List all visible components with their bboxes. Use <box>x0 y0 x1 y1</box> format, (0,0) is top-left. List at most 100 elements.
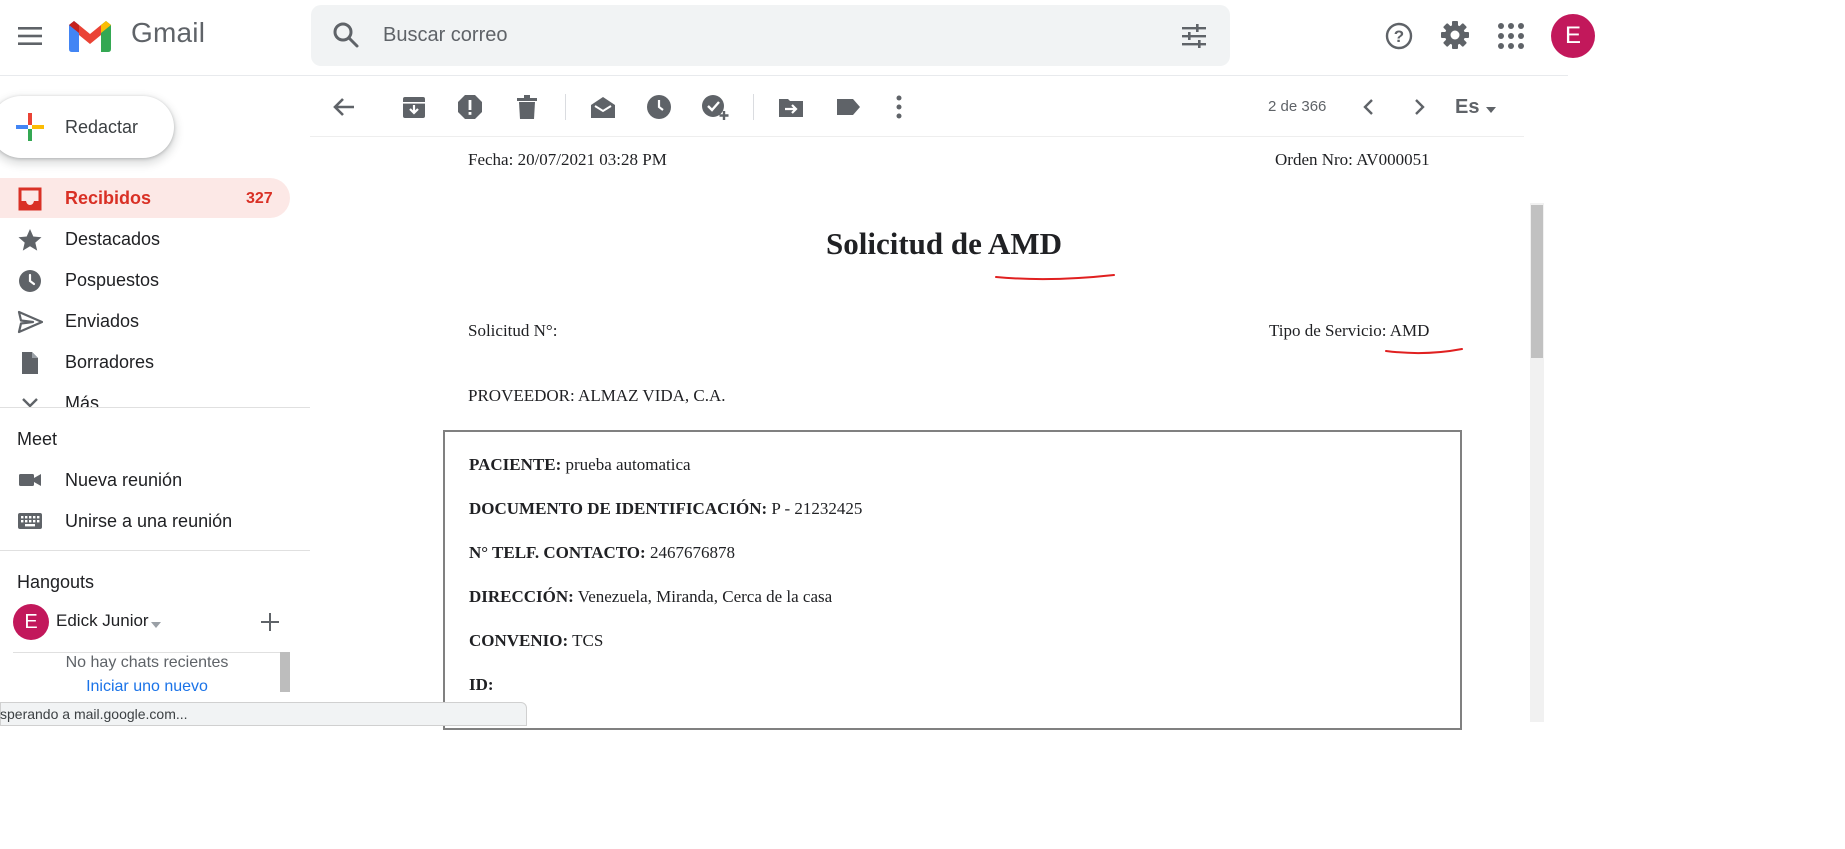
google-apps-button[interactable] <box>1497 22 1525 50</box>
join-meeting-label: Unirse a una reunión <box>65 511 233 531</box>
sidebar-item-label: Más <box>65 393 100 407</box>
account-avatar[interactable]: E <box>1551 14 1595 58</box>
search-icon <box>333 22 359 48</box>
archive-button[interactable] <box>400 93 428 121</box>
app-name: Gmail <box>131 17 206 48</box>
toolbar-divider <box>310 136 1524 137</box>
archive-icon <box>403 97 425 118</box>
service-type: Tipo de Servicio: AMD <box>1269 321 1430 340</box>
field-label: ID: <box>469 675 494 694</box>
star-icon <box>17 227 43 253</box>
pagination-text: 2 de 366 <box>1268 98 1327 115</box>
gear-icon <box>1441 21 1469 49</box>
keyboard-icon <box>17 508 43 534</box>
add-task-icon <box>702 95 729 120</box>
hangouts-user-avatar[interactable]: E <box>13 604 49 640</box>
message-scrollbar-thumb[interactable] <box>1531 205 1543 358</box>
mark-unread-button[interactable] <box>589 93 617 121</box>
settings-button[interactable] <box>1438 18 1472 52</box>
sidebar-item-more[interactable]: Más <box>0 383 310 407</box>
new-chat-button[interactable] <box>257 609 283 635</box>
more-vert-icon <box>896 95 902 119</box>
label-icon <box>837 99 860 115</box>
search-options-button[interactable] <box>1179 21 1209 51</box>
more-options-button[interactable] <box>885 93 913 121</box>
chevron-down-icon <box>20 396 40 407</box>
draft-icon <box>17 350 43 376</box>
snooze-icon <box>647 95 671 119</box>
order-number: Orden Nro: AV000051 <box>1275 150 1430 169</box>
search-button[interactable] <box>330 19 362 51</box>
apps-grid-icon <box>1498 23 1524 49</box>
field-direccion: DIRECCIÓN: Venezuela, Miranda, Cerca de … <box>469 587 832 607</box>
field-value: P - 21232425 <box>771 499 863 518</box>
gmail-m-icon <box>69 21 111 52</box>
field-id: ID: <box>469 675 494 695</box>
document-date: Fecha: 20/07/2021 03:28 PM <box>468 150 667 169</box>
caret-down-icon[interactable] <box>150 617 162 628</box>
request-number-label: Solicitud N°: <box>468 321 558 340</box>
caret-down-icon[interactable] <box>1485 102 1497 113</box>
field-value: 2467676878 <box>649 543 735 562</box>
inbox-icon <box>17 186 43 212</box>
sidebar-item-label: Pospuestos <box>65 270 160 290</box>
back-button[interactable] <box>330 93 358 121</box>
sidebar-item-sent[interactable] <box>0 301 290 341</box>
input-tools-button[interactable]: Es <box>1455 96 1479 119</box>
report-spam-icon <box>458 95 482 119</box>
gmail-logo[interactable] <box>66 16 114 56</box>
back-arrow-icon <box>333 98 354 116</box>
report-spam-button[interactable] <box>456 93 484 121</box>
hangouts-section-title: Hangouts <box>17 572 95 592</box>
field-label: N° TELF. CONTACTO: <box>469 543 646 562</box>
sidebar-divider <box>0 550 310 551</box>
new-meeting-label: Nueva reunión <box>65 470 183 490</box>
newer-button[interactable] <box>1355 93 1383 121</box>
search-input[interactable] <box>383 20 1143 50</box>
hamburger-menu-icon <box>18 27 42 45</box>
meet-section-title: Meet <box>17 429 58 449</box>
unread-count-badge: 327 <box>246 190 273 207</box>
compose-plus-icon <box>14 111 46 143</box>
main-menu-button[interactable] <box>10 16 50 56</box>
clock-icon <box>17 268 43 294</box>
delete-icon <box>517 95 537 119</box>
sidebar-divider <box>0 407 310 408</box>
hangouts-user-name[interactable]: Edick Junior <box>56 611 149 631</box>
move-to-button[interactable] <box>777 93 805 121</box>
delete-button[interactable] <box>513 93 541 121</box>
toolbar-separator <box>565 94 566 120</box>
field-value: Venezuela, Miranda, Cerca de la casa <box>577 587 833 606</box>
move-to-icon <box>779 99 803 117</box>
snooze-button[interactable] <box>645 93 673 121</box>
help-button[interactable]: ? <box>1383 20 1415 52</box>
svg-text:?: ? <box>1394 27 1404 46</box>
hangouts-scrollbar[interactable] <box>280 652 290 692</box>
tune-icon <box>1182 24 1206 48</box>
annotation-underline <box>1385 348 1463 355</box>
field-label: CONVENIO: <box>469 631 569 650</box>
field-label: DOCUMENTO DE IDENTIFICACIÓN: <box>469 499 768 518</box>
field-paciente: PACIENTE: prueba automatica <box>469 455 691 475</box>
field-convenio: CONVENIO: TCS <box>469 631 603 651</box>
field-label: DIRECCIÓN: <box>469 587 574 606</box>
field-label: PACIENTE: <box>469 455 562 474</box>
sidebar-item-label: Borradores <box>65 352 155 372</box>
chevron-left-icon <box>1363 99 1373 115</box>
send-icon <box>17 309 44 335</box>
header-divider <box>0 75 1568 76</box>
labels-button[interactable] <box>834 93 862 121</box>
start-new-chat-link[interactable]: Iniciar uno nuevo <box>13 678 281 696</box>
field-value: TCS <box>572 631 604 650</box>
annotation-underline <box>995 274 1115 281</box>
field-value: prueba automatica <box>565 455 691 474</box>
patient-info-box <box>443 430 1462 730</box>
no-chats-text: No hay chats recientes <box>65 654 229 671</box>
videocam-icon <box>17 467 43 493</box>
field-telefono: N° TELF. CONTACTO: 2467676878 <box>469 543 735 563</box>
plus-icon <box>261 613 279 631</box>
sidebar-item-label: Destacados <box>65 229 161 249</box>
sidebar-item-label: Enviados <box>65 311 140 331</box>
older-button[interactable] <box>1405 93 1433 121</box>
add-to-tasks-button[interactable] <box>701 93 729 121</box>
